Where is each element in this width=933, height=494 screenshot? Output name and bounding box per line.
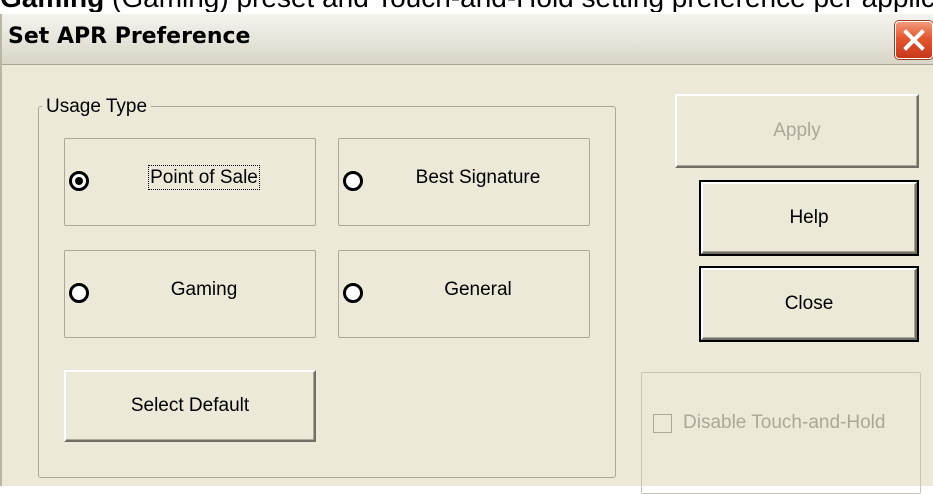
option-label-best-signature: Best Signature [415, 167, 541, 188]
disable-touch-hold-label: Disable Touch-and-Hold [683, 412, 886, 433]
radio-point-of-sale[interactable] [69, 171, 89, 191]
option-point-of-sale[interactable]: Point of Sale [64, 138, 316, 226]
close-icon [903, 29, 925, 51]
radio-best-signature[interactable] [343, 171, 363, 191]
help-button[interactable]: Help [699, 180, 919, 256]
close-button[interactable]: Close [699, 266, 919, 342]
title-bar[interactable]: Set APR Preference [2, 14, 933, 65]
option-label-general: General [444, 279, 512, 300]
option-gaming[interactable]: Gaming [64, 250, 316, 338]
apply-button[interactable]: Apply [675, 94, 919, 168]
option-label-point-of-sale: Point of Sale [148, 165, 260, 190]
background-text: (Gaming) preset and Touch-and-Hold setti… [112, 0, 933, 12]
select-default-button[interactable]: Select Default [64, 370, 316, 442]
radio-general[interactable] [343, 283, 363, 303]
background-bold-text: Gaming [0, 0, 104, 12]
option-best-signature[interactable]: Best Signature [338, 138, 590, 226]
dialog-title: Set APR Preference [8, 24, 251, 49]
usage-type-legend: Usage Type [42, 96, 152, 118]
apr-preference-dialog: Set APR Preference Usage Type Point of S… [0, 14, 933, 494]
background-document-text: Gaming (Gaming) preset and Touch-and-Hol… [0, 0, 933, 12]
close-window-button[interactable] [895, 21, 933, 59]
option-general[interactable]: General [338, 250, 590, 338]
disable-touch-hold-checkbox[interactable] [653, 414, 672, 433]
radio-gaming[interactable] [69, 283, 89, 303]
option-label-gaming: Gaming [170, 279, 238, 300]
